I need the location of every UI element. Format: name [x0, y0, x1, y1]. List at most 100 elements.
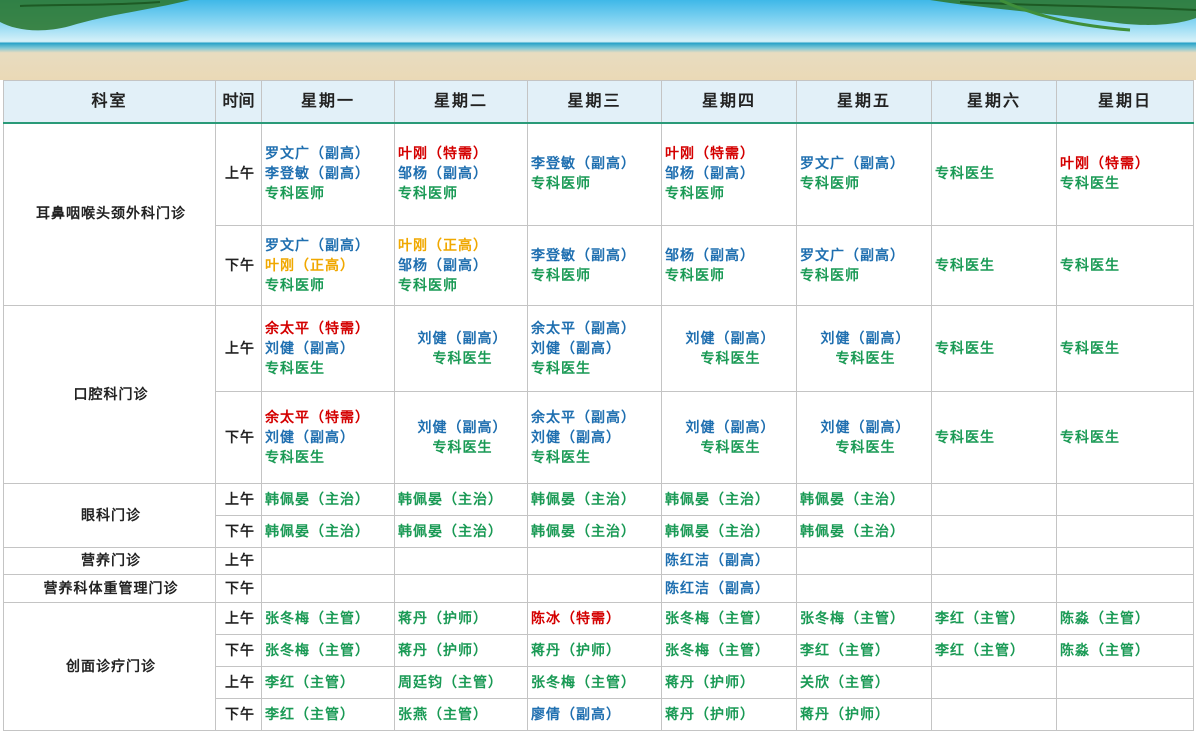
doctor-entry: 李红（主管） — [935, 610, 1025, 627]
schedule-cell — [796, 574, 932, 603]
schedule-row: 营养科体重管理门诊 下午 陈红洁（副高） — [3, 574, 1194, 603]
time-slot: 下午 — [215, 225, 262, 306]
doctor-entry: 专科医生 — [432, 350, 493, 367]
department-name: 眼科门诊 — [3, 483, 216, 548]
doctor-entry: 张冬梅（主管） — [265, 642, 370, 659]
time-slot: 下午 — [215, 634, 262, 667]
doctor-entry: 李登敏（副高） — [531, 247, 636, 264]
doctor-entry: 关欣（主管） — [800, 674, 890, 691]
schedule-cell: 刘健（副高） 专科医生 — [796, 305, 932, 392]
header-thursday: 星期四 — [661, 80, 797, 124]
schedule-table: 科室 时间 星期一 星期二 星期三 星期四 星期五 星期六 星期日 耳鼻咽喉头颈… — [3, 80, 1194, 731]
doctor-entry: 刘健（副高） — [417, 419, 508, 436]
time-slot: 下午 — [215, 698, 262, 731]
header-sunday: 星期日 — [1056, 80, 1194, 124]
doctor-entry: 余太平（副高） — [531, 409, 636, 426]
schedule-cell: 余太平（特需） 刘健（副高） 专科医生 — [261, 391, 395, 484]
schedule-cell: 周廷钧（主管） — [394, 666, 528, 699]
doctor-entry: 罗文广（副高） — [800, 156, 905, 173]
doctor-entry: 专科医生 — [1060, 176, 1120, 193]
doctor-entry: 韩佩晏（主治） — [800, 523, 905, 540]
schedule-cell: 罗文广（副高） 李登敏（副高） 专科医师 — [261, 122, 395, 226]
doctor-entry: 李红（主管） — [265, 674, 355, 691]
header-wednesday: 星期三 — [527, 80, 662, 124]
schedule-cell: 叶刚（特需） 邹杨（副高） 专科医师 — [661, 122, 797, 226]
department-name: 口腔科门诊 — [3, 305, 216, 484]
schedule-cell: 韩佩晏（主治） — [796, 483, 932, 516]
doctor-entry: 张冬梅（主管） — [800, 610, 905, 627]
header-friday: 星期五 — [796, 80, 932, 124]
doctor-entry: 专科医生 — [531, 360, 591, 377]
doctor-entry: 叶刚（正高） — [265, 257, 355, 274]
beach-banner — [0, 0, 1196, 80]
doctor-entry: 蒋丹（护师） — [398, 642, 488, 659]
schedule-cell: 李红（主管） — [931, 602, 1057, 635]
doctor-entry: 专科医生 — [935, 257, 995, 274]
doctor-entry: 专科医生 — [531, 449, 591, 466]
schedule-cell — [527, 547, 662, 575]
schedule-cell: 张冬梅（主管） — [527, 666, 662, 699]
doctor-entry: 专科医生 — [700, 350, 761, 367]
schedule-cell: 韩佩晏（主治） — [661, 483, 797, 516]
doctor-entry: 罗文广（副高） — [265, 237, 370, 254]
doctor-entry: 专科医师 — [398, 277, 458, 294]
doctor-entry: 刘健（副高） — [685, 330, 776, 347]
header-monday: 星期一 — [261, 80, 395, 124]
schedule-cell: 陈红洁（副高） — [661, 547, 797, 575]
schedule-cell: 余太平（特需） 刘健（副高） 专科医生 — [261, 305, 395, 392]
doctor-entry: 叶刚（特需） — [398, 146, 488, 163]
doctor-entry: 蒋丹（护师） — [800, 706, 890, 723]
doctor-entry: 余太平（特需） — [265, 409, 370, 426]
schedule-cell: 刘健（副高） 专科医生 — [394, 305, 528, 392]
doctor-entry: 叶刚（特需） — [665, 146, 755, 163]
schedule-row: 创面诊疗门诊 上午 张冬梅（主管） 蒋丹（护师） 陈冰（特需） 张冬梅（主管） 张冬梅（主管… — [3, 602, 1194, 731]
schedule-cell — [931, 698, 1057, 731]
doctor-entry: 张冬梅（主管） — [265, 610, 370, 627]
schedule-cell: 李红（主管） — [261, 698, 395, 731]
schedule-cell: 专科医生 — [931, 122, 1057, 226]
doctor-entry: 张冬梅（主管） — [531, 674, 636, 691]
doctor-entry: 专科医师 — [665, 186, 725, 203]
schedule-cell — [931, 666, 1057, 699]
header-row: 科室 时间 星期一 星期二 星期三 星期四 星期五 星期六 星期日 — [3, 80, 1194, 124]
schedule-cell — [931, 515, 1057, 548]
doctor-entry: 专科医生 — [835, 439, 896, 456]
doctor-entry: 叶刚（正高） — [398, 237, 488, 254]
doctor-entry: 李红（主管） — [800, 642, 890, 659]
doctor-entry: 张燕（主管） — [398, 706, 488, 723]
schedule-cell: 韩佩晏（主治） — [796, 515, 932, 548]
doctor-entry: 周廷钧（主管） — [398, 674, 503, 691]
schedule-cell: 蒋丹（护师） — [394, 602, 528, 635]
doctor-entry: 陈淼（主管） — [1060, 610, 1150, 627]
schedule-cell: 刘健（副高） 专科医生 — [796, 391, 932, 484]
doctor-entry: 专科医生 — [700, 439, 761, 456]
doctor-entry: 韩佩晏（主治） — [265, 523, 370, 540]
doctor-entry: 专科医师 — [265, 277, 325, 294]
schedule-cell: 李登敏（副高） 专科医师 — [527, 225, 662, 306]
schedule-cell — [1056, 574, 1194, 603]
schedule-cell: 陈冰（特需） — [527, 602, 662, 635]
schedule-cell: 刘健（副高） 专科医生 — [661, 305, 797, 392]
doctor-entry: 陈冰（特需） — [531, 610, 621, 627]
schedule-cell — [1056, 547, 1194, 575]
doctor-entry: 刘健（副高） — [531, 429, 621, 446]
doctor-entry: 专科医生 — [935, 340, 995, 357]
schedule-cell: 韩佩晏（主治） — [527, 515, 662, 548]
doctor-entry: 韩佩晏（主治） — [265, 491, 370, 508]
palm-leaves-decoration — [0, 0, 1196, 32]
schedule-cell: 专科医生 — [931, 305, 1057, 392]
doctor-entry: 张冬梅（主管） — [665, 610, 770, 627]
schedule-cell: 韩佩晏（主治） — [394, 515, 528, 548]
schedule-cell: 叶刚（正高） 邹杨（副高） 专科医师 — [394, 225, 528, 306]
schedule-cell: 叶刚（特需） 邹杨（副高） 专科医师 — [394, 122, 528, 226]
schedule-cell: 叶刚（特需） 专科医生 — [1056, 122, 1194, 226]
time-slot: 上午 — [215, 122, 262, 226]
schedule-cell: 陈淼（主管） — [1056, 602, 1194, 635]
schedule-cell — [261, 574, 395, 603]
doctor-entry: 专科医生 — [935, 166, 995, 183]
schedule-cell — [1056, 483, 1194, 516]
doctor-entry: 廖倩（副高） — [531, 706, 621, 723]
schedule-row: 营养门诊 上午 陈红洁（副高） — [3, 547, 1194, 575]
schedule-cell: 专科医生 — [931, 225, 1057, 306]
schedule-cell: 专科医生 — [931, 391, 1057, 484]
